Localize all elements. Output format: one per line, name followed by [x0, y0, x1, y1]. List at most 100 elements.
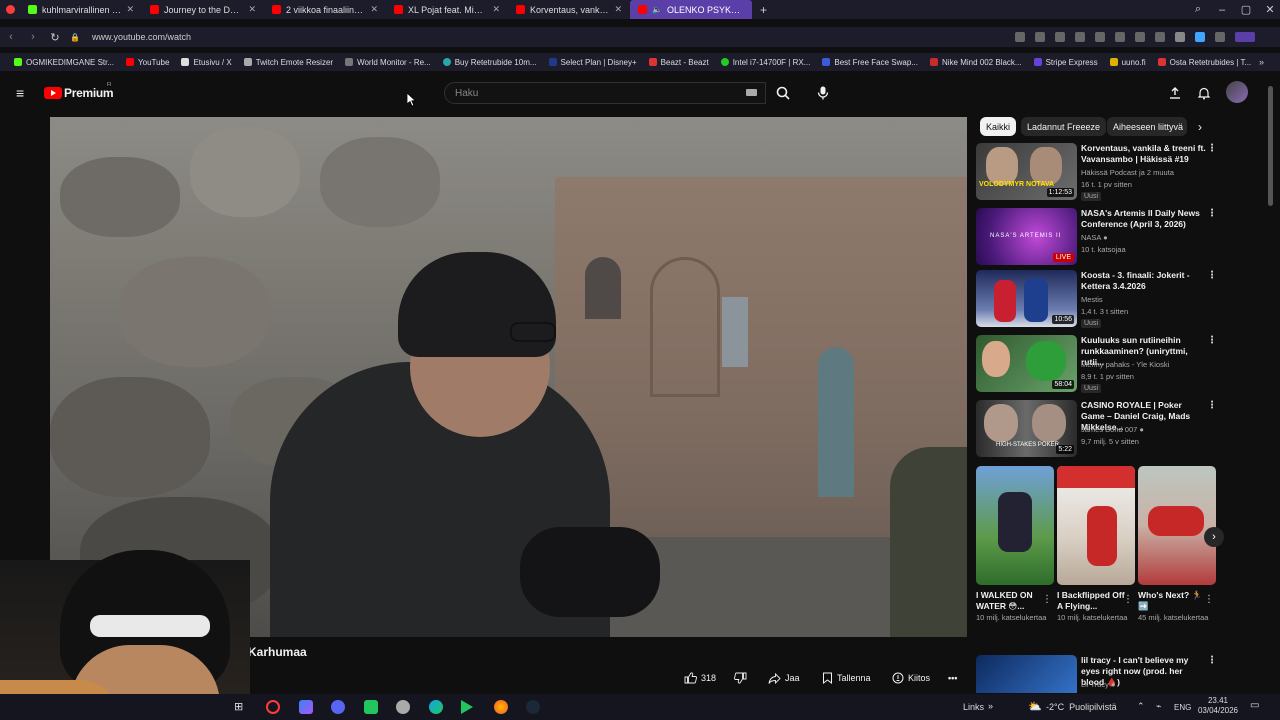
- profile-icon[interactable]: [1175, 32, 1185, 42]
- tray-expand-icon[interactable]: ⌃: [1137, 701, 1145, 712]
- more-options-icon[interactable]: ⋮: [1123, 594, 1133, 605]
- browser-tab[interactable]: Journey to the Deepest Pl ✕: [142, 0, 264, 19]
- browser-tab-active[interactable]: 🔈 OLENKO PSYKOPAATT: [630, 0, 752, 19]
- avatar[interactable]: [1226, 81, 1248, 103]
- close-tab-icon[interactable]: ✕: [126, 4, 134, 15]
- notifications-icon[interactable]: ▭: [1250, 700, 1259, 711]
- bookmarks-overflow-icon[interactable]: »: [1259, 57, 1264, 67]
- extension-icon[interactable]: [1195, 32, 1205, 42]
- browser-menu-icon[interactable]: [0, 5, 20, 14]
- channel-name[interactable]: Mestis: [1081, 295, 1103, 304]
- heart-icon[interactable]: [1115, 32, 1125, 42]
- download-icon[interactable]: [1135, 32, 1145, 42]
- forward-icon[interactable]: ›: [22, 31, 44, 43]
- extension-icon[interactable]: [1215, 32, 1225, 42]
- menu-icon[interactable]: [1155, 32, 1165, 42]
- like-button[interactable]: 318: [684, 667, 716, 689]
- app-icon[interactable]: [396, 700, 410, 714]
- app-icon[interactable]: [461, 700, 473, 714]
- bookmark-item[interactable]: uuno.fi: [1104, 58, 1152, 67]
- maximize-button[interactable]: ▢: [1234, 3, 1258, 16]
- links-chevron-icon[interactable]: »: [988, 701, 993, 711]
- firefox-icon[interactable]: [494, 700, 508, 714]
- channel-name[interactable]: Lil Tracy ●: [1081, 680, 1116, 689]
- more-options-icon[interactable]: ⋮: [1207, 400, 1217, 411]
- links-toolbar[interactable]: Links: [963, 702, 984, 712]
- bookmark-item[interactable]: OGMIKEDIMGANE Str...: [8, 58, 120, 67]
- extension-icon[interactable]: [1075, 32, 1085, 42]
- bookmark-item[interactable]: Stripe Express: [1028, 58, 1104, 67]
- edge-icon[interactable]: [429, 700, 443, 714]
- page-scrollbar[interactable]: [1268, 86, 1273, 206]
- channel-name[interactable]: Häkissä Podcast ja 2 muuta: [1081, 168, 1174, 177]
- recommended-video[interactable]: VOLODYMYR NOTAVA 1:12:53 Korventaus, van…: [976, 143, 1226, 205]
- chip-uploader[interactable]: Ladannut Freeeze: [1021, 117, 1107, 136]
- bookmark-item[interactable]: Intel i7-14700F | RX...: [715, 58, 817, 67]
- bookmark-item[interactable]: Nike Mind 002 Black...: [924, 58, 1028, 67]
- bookmark-item[interactable]: Select Plan | Disney+: [543, 58, 643, 67]
- recommended-video[interactable]: lil tracy - I can't believe my eyes righ…: [976, 655, 1226, 693]
- extension-icon[interactable]: [1035, 32, 1045, 42]
- bookmark-item[interactable]: Best Free Face Swap...: [816, 58, 924, 67]
- bookmark-item[interactable]: World Monitor - Re...: [339, 58, 437, 67]
- steam-icon[interactable]: [526, 700, 540, 714]
- more-options-icon[interactable]: ⋮: [1207, 208, 1217, 219]
- bookmark-item[interactable]: Buy Retetrubide 10m...: [437, 58, 543, 67]
- minimize-button[interactable]: –: [1210, 4, 1234, 16]
- thanks-button[interactable]: Kiitos: [892, 667, 930, 689]
- lock-icon[interactable]: 🔒: [70, 33, 80, 42]
- bookmark-item[interactable]: Osta Retetrubides | T...: [1152, 58, 1258, 67]
- weather-text[interactable]: -2°C Puolipilvistä: [1046, 702, 1117, 712]
- search-input[interactable]: [445, 83, 705, 103]
- close-tab-icon[interactable]: ✕: [370, 4, 378, 15]
- app-icon[interactable]: ⊞: [234, 700, 243, 713]
- bookmark-item[interactable]: Etusivu / X: [175, 58, 237, 67]
- more-options-icon[interactable]: ⋮: [1207, 655, 1217, 666]
- bookmark-item[interactable]: YouTube: [120, 58, 175, 67]
- search-button[interactable]: [770, 80, 796, 106]
- more-options-icon[interactable]: ⋮: [1207, 335, 1217, 346]
- upload-button[interactable]: [1162, 80, 1188, 106]
- search-tabs-icon[interactable]: ⌕: [1186, 3, 1210, 16]
- extension-icon[interactable]: [1095, 32, 1105, 42]
- channel-name[interactable]: James Bond 007 ●: [1081, 425, 1144, 434]
- close-window-button[interactable]: ✕: [1258, 3, 1280, 16]
- browser-tab[interactable]: XL Pojat feat. Minna Pajul ✕: [386, 0, 508, 19]
- dislike-button[interactable]: [734, 667, 747, 689]
- close-tab-icon[interactable]: ✕: [248, 4, 256, 15]
- app-icon[interactable]: [299, 700, 313, 714]
- zoom-icon[interactable]: [1015, 32, 1025, 42]
- recommended-video[interactable]: NASA'S ARTEMIS II LIVE NASA's Artemis II…: [976, 208, 1226, 270]
- short-video[interactable]: I WALKED ON WATER 😳... 10 milj. katseluk…: [976, 466, 1054, 623]
- short-video[interactable]: I Backflipped Off A Flying... 10 milj. k…: [1057, 466, 1135, 623]
- speaker-icon[interactable]: 🔈: [652, 5, 662, 14]
- url-field[interactable]: www.youtube.com/watch: [92, 32, 191, 42]
- app-icon[interactable]: [364, 700, 378, 714]
- recommended-video[interactable]: 10:56 Koosta - 3. finaali: Jokerit - Ket…: [976, 270, 1226, 332]
- more-options-icon[interactable]: ⋮: [1204, 594, 1214, 605]
- bookmark-item[interactable]: Beazt - Beazt: [643, 58, 715, 67]
- keyboard-icon[interactable]: [746, 89, 757, 96]
- back-icon[interactable]: ‹: [0, 31, 22, 43]
- opera-gx-icon[interactable]: [266, 700, 280, 714]
- chip-all[interactable]: Kaikki: [980, 117, 1017, 136]
- chevron-right-icon[interactable]: ›: [1198, 120, 1202, 134]
- hamburger-menu-icon[interactable]: ≡: [16, 85, 24, 101]
- chip-related[interactable]: Aiheeseen liittyvä: [1107, 117, 1187, 136]
- browser-tab[interactable]: kuhlmarvirallinen Clips - ✕: [20, 0, 142, 19]
- channel-name[interactable]: Menny pahaks - Yle Kioski: [1081, 360, 1169, 369]
- network-icon[interactable]: ⌁: [1156, 701, 1161, 712]
- shorts-next-button[interactable]: ›: [1204, 527, 1224, 547]
- bookmark-item[interactable]: Twitch Emote Resizer: [238, 58, 339, 67]
- new-tab-button[interactable]: +: [760, 3, 767, 17]
- short-video[interactable]: Who's Next? 🏃 ➡️ 45 milj. katselukertaa …: [1138, 466, 1216, 623]
- extension-icon[interactable]: [1055, 32, 1065, 42]
- more-actions-button[interactable]: •••: [948, 667, 957, 689]
- browser-tab[interactable]: Korventaus, vankila & tre ✕: [508, 0, 630, 19]
- close-tab-icon[interactable]: ✕: [614, 4, 622, 15]
- recommended-video[interactable]: 58:04 Kuuluuks sun rutiineihin runkkaami…: [976, 335, 1226, 397]
- notifications-button[interactable]: [1191, 80, 1217, 106]
- browser-tab[interactable]: 2 viikkoa finaaliin – uusiii ✕: [264, 0, 386, 19]
- discord-icon[interactable]: [331, 700, 345, 714]
- youtube-logo[interactable]: Premium FI: [44, 76, 114, 110]
